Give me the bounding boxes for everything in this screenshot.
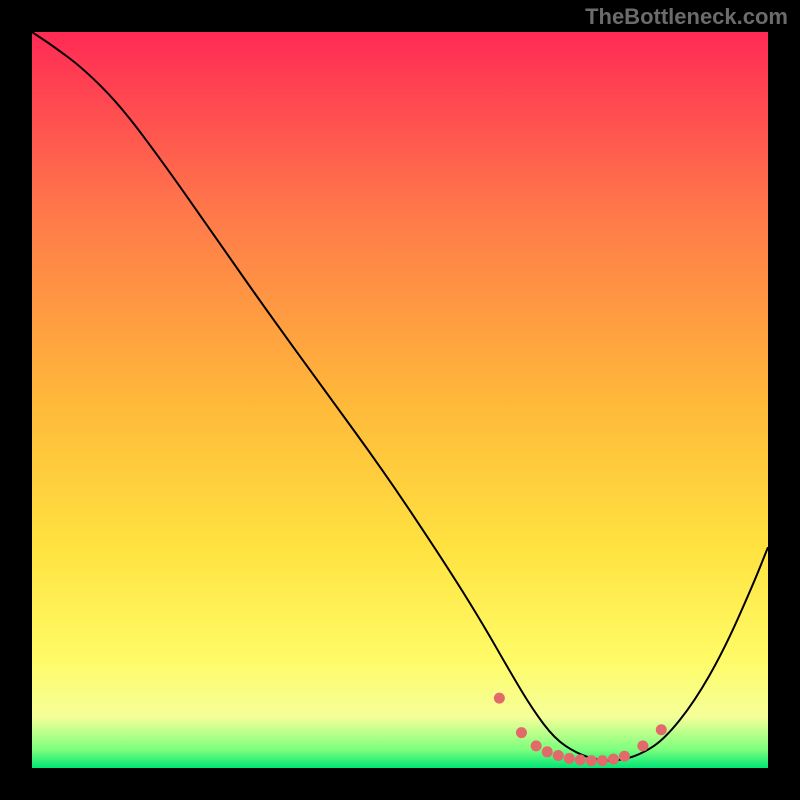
- highlight-marker: [553, 750, 564, 761]
- highlight-marker: [564, 753, 575, 764]
- watermark-text: TheBottleneck.com: [585, 4, 788, 30]
- highlight-marker: [597, 755, 608, 766]
- chart-plot-area: [32, 32, 768, 768]
- highlight-marker: [586, 755, 597, 766]
- highlight-marker: [608, 754, 619, 765]
- chart-svg: [32, 32, 768, 768]
- chart-background: [32, 32, 768, 768]
- highlight-marker: [619, 751, 630, 762]
- highlight-marker: [494, 693, 505, 704]
- highlight-marker: [542, 746, 553, 757]
- highlight-marker: [656, 724, 667, 735]
- highlight-marker: [575, 754, 586, 765]
- highlight-marker: [637, 740, 648, 751]
- highlight-marker: [531, 740, 542, 751]
- highlight-marker: [516, 727, 527, 738]
